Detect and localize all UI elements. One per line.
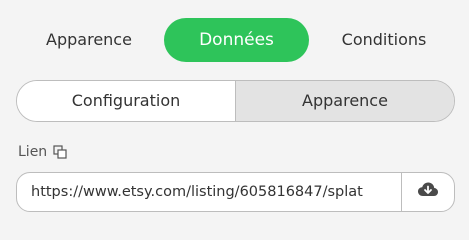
copy-icon[interactable] [53,145,67,159]
upload-button[interactable] [401,173,454,211]
settings-panel: Apparence Données Conditions Configurati… [0,0,469,230]
link-label: Lien [18,144,48,160]
segment-apparence[interactable]: Apparence [236,81,454,121]
tab-apparence[interactable]: Apparence [36,18,142,62]
segment-configuration[interactable]: Configuration [17,81,236,121]
link-input[interactable] [17,173,401,211]
link-field [16,172,455,212]
link-label-row: Lien [18,144,67,160]
segmented-control: Configuration Apparence [16,80,455,122]
cloud-download-icon [417,181,439,203]
tab-donnees[interactable]: Données [164,18,309,62]
tab-conditions[interactable]: Conditions [330,18,438,62]
top-tabs: Apparence Données Conditions [0,18,469,62]
